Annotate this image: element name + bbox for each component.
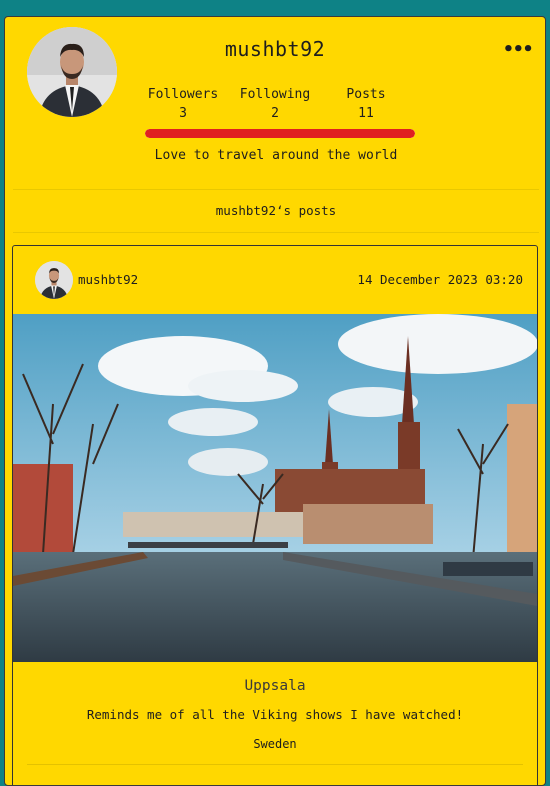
progress-fill [145, 129, 415, 138]
post-date: 14 December 2023 03:20 [357, 272, 523, 287]
profile-card: mushbt92 ••• Followers 3 Following 2 Pos… [4, 16, 546, 786]
posts-stat[interactable]: Posts 11 [321, 87, 411, 121]
post-caption: Reminds me of all the Viking shows I hav… [86, 707, 464, 722]
followers-stat[interactable]: Followers 3 [138, 87, 228, 121]
posts-label: Posts [346, 87, 386, 102]
post-country: Sweden [253, 737, 297, 751]
post-author-name[interactable]: mushbt92 [78, 272, 138, 287]
following-stat[interactable]: Following 2 [230, 87, 320, 121]
post-header: mushbt92 14 December 2023 03:20 [13, 246, 537, 314]
more-options-icon[interactable]: ••• [503, 39, 533, 60]
followers-label: Followers [147, 87, 219, 102]
profile-avatar[interactable] [27, 27, 117, 117]
divider [13, 189, 539, 190]
profile-username: mushbt92 [224, 37, 326, 61]
following-count: 2 [271, 106, 279, 121]
post-card: mushbt92 14 December 2023 03:20 Uppsala … [12, 245, 538, 785]
post-title: Uppsala [244, 678, 306, 694]
posts-count: 11 [358, 106, 374, 121]
profile-progress-bar [145, 129, 415, 138]
profile-bio: Love to travel around the world [154, 148, 398, 163]
divider [27, 764, 523, 765]
following-label: Following [239, 87, 311, 102]
followers-count: 3 [179, 106, 187, 121]
posts-section-title: mushbt92‘s posts [215, 203, 337, 218]
post-image[interactable] [13, 314, 537, 662]
divider [13, 232, 539, 233]
post-author-avatar[interactable] [35, 261, 73, 299]
